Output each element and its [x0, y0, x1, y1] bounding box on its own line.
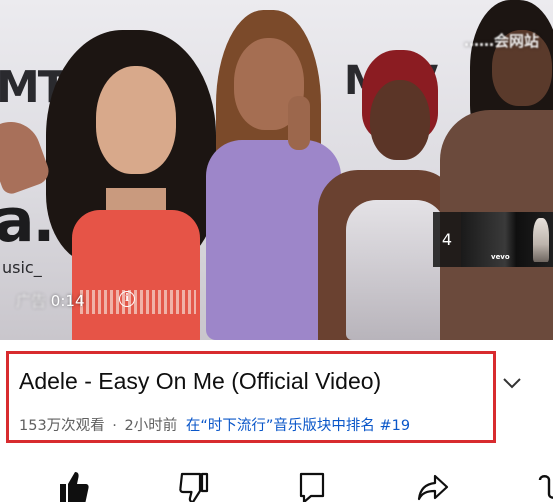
person-silver-outfit	[318, 50, 458, 340]
video-title[interactable]: Adele - Easy On Me (Official Video)	[19, 368, 381, 395]
info-icon[interactable]: i	[119, 291, 135, 307]
video-player[interactable]: MTV MTV a. usic_ ……会网站 广告 0:14 i 4	[0, 0, 553, 340]
upload-age: 2小时前	[124, 418, 178, 434]
meta-separator: ·	[112, 418, 117, 434]
view-count: 153万次观看	[19, 418, 105, 434]
ad-countdown: 广告 0:14	[16, 290, 84, 311]
chevron-down-icon[interactable]	[501, 374, 523, 392]
action-bar	[0, 460, 553, 502]
dislike-icon[interactable]	[176, 470, 210, 502]
video-metadata: 153万次观看 · 2小时前 在“时下流行”音乐版块中排名 #19	[19, 414, 410, 435]
remix-icon[interactable]	[532, 470, 553, 502]
vevo-logo: vevo	[491, 253, 510, 261]
next-video-card[interactable]: 4 vevo	[433, 212, 553, 267]
title-highlight-box: Adele - Easy On Me (Official Video) 153万…	[6, 351, 496, 443]
person-right-edge	[440, 0, 553, 340]
ad-label: 广告	[16, 292, 47, 310]
thumbnail-person	[533, 218, 549, 262]
next-card-thumbnail: vevo	[461, 212, 553, 267]
countdown-time: 0:14	[50, 292, 85, 310]
comment-icon[interactable]	[296, 470, 330, 502]
watermark-text: ……会网站	[463, 32, 539, 50]
like-icon[interactable]	[56, 470, 90, 502]
trending-rank-link[interactable]: 在“时下流行”音乐版块中排名 #19	[186, 418, 410, 434]
next-card-count: 4	[441, 230, 453, 249]
share-icon[interactable]	[416, 470, 450, 502]
